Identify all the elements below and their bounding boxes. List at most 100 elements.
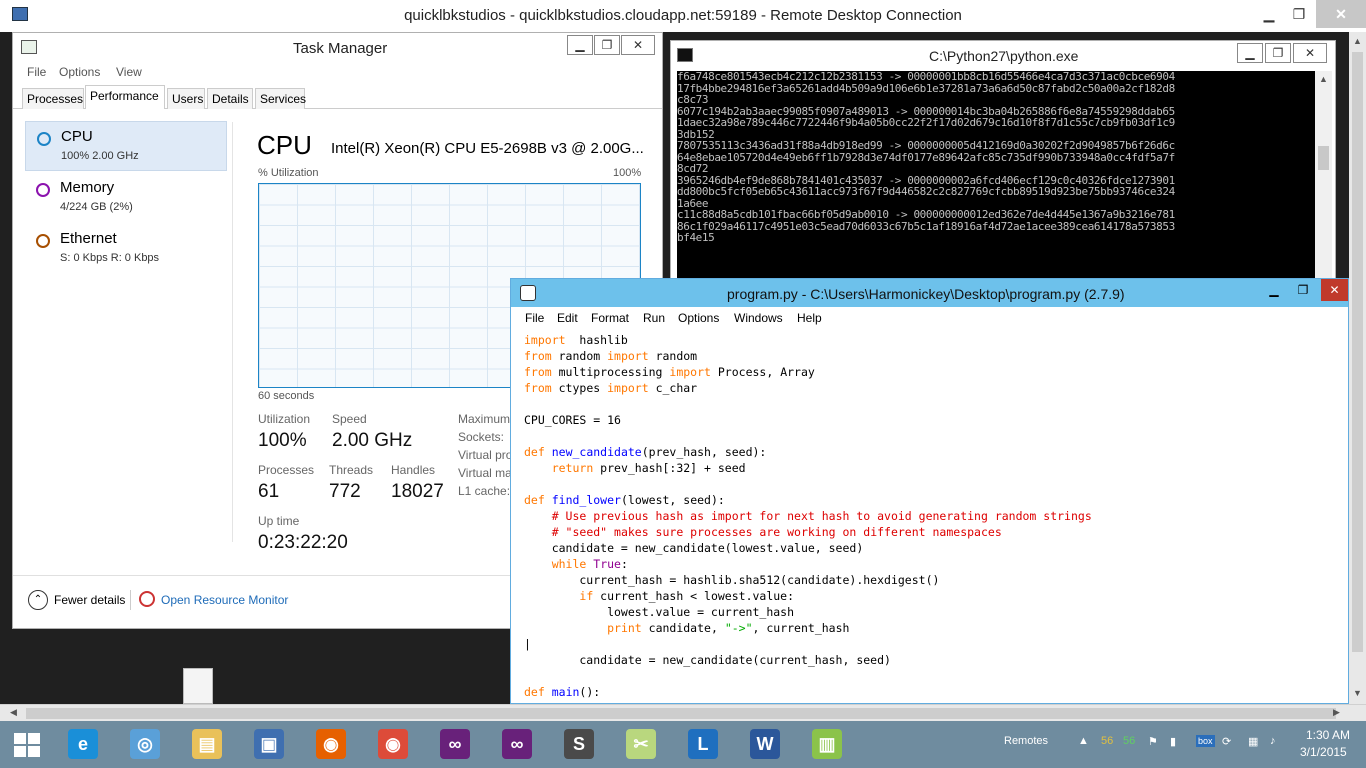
code-line[interactable] <box>524 668 1344 684</box>
code-line[interactable]: candidate = new_candidate(current_hash, … <box>524 652 1344 668</box>
remote-desktop-taskbar-button[interactable]: ▣ <box>242 723 296 766</box>
code-line[interactable] <box>524 396 1344 412</box>
clock-time[interactable]: 1:30 AM <box>1306 728 1350 742</box>
code-line[interactable]: lowest.value = current_hash <box>524 604 1344 620</box>
flag-icon[interactable]: ⚑ <box>1148 735 1158 748</box>
tab-users[interactable]: Users <box>167 88 205 109</box>
menu-options[interactable]: Options <box>678 311 719 325</box>
code-line[interactable]: return prev_hash[:32] + seed <box>524 460 1344 476</box>
minimize-button[interactable]: ▁ <box>1237 43 1263 63</box>
close-button[interactable]: ✕ <box>1293 43 1327 63</box>
code-line[interactable]: CPU_CORES = 16 <box>524 412 1344 428</box>
menu-run[interactable]: Run <box>643 311 665 325</box>
tab-services[interactable]: Services <box>255 88 306 109</box>
visual-studio-taskbar-button[interactable]: ∞ <box>428 723 482 766</box>
minimize-button[interactable]: ▁ <box>1261 281 1287 301</box>
ie-taskbar-button[interactable]: e <box>56 723 110 766</box>
code-line[interactable]: import hashlib <box>524 332 1344 348</box>
box-icon[interactable]: box <box>1196 735 1215 747</box>
code-line[interactable] <box>524 428 1344 444</box>
code-line[interactable]: from random import random <box>524 348 1344 364</box>
resource-ethernet[interactable]: Ethernet S: 0 Kbps R: 0 Kbps <box>25 224 227 274</box>
code-line[interactable]: from ctypes import c_char <box>524 380 1344 396</box>
remotes-label[interactable]: Remotes <box>1004 735 1048 747</box>
close-button[interactable]: ✕ <box>621 35 655 55</box>
lync-taskbar-button[interactable]: L <box>676 723 730 766</box>
vertical-scrollbar[interactable]: ▲ ▼ <box>1349 32 1366 704</box>
rdp-close-button[interactable]: ✕ <box>1316 0 1366 28</box>
menu-windows[interactable]: Windows <box>734 311 783 325</box>
chevron-up-icon[interactable]: ▲ <box>1078 735 1089 747</box>
scroll-right-icon[interactable]: ▶ <box>1333 707 1340 718</box>
code-line[interactable]: def find_lower(lowest, seed): <box>524 492 1344 508</box>
console-output[interactable]: f6a748ce801543ecb4c212c12b2381153 -> 000… <box>677 71 1315 285</box>
cpu-indicator-icon <box>37 132 51 146</box>
code-line[interactable]: from multiprocessing import Process, Arr… <box>524 364 1344 380</box>
horizontal-scrollbar[interactable]: ◀ ▶ <box>0 704 1366 721</box>
fewer-details-link[interactable]: Fewer details <box>54 593 125 607</box>
code-line[interactable]: current_hash = hashlib.sha512(candidate)… <box>524 572 1344 588</box>
resource-memory[interactable]: Memory 4/224 GB (2%) <box>25 173 227 223</box>
open-resource-monitor-link[interactable]: Open Resource Monitor <box>161 593 288 607</box>
code-line[interactable]: print candidate, "->", current_hash <box>524 620 1344 636</box>
snipping-taskbar-button[interactable]: ✂ <box>614 723 668 766</box>
usb-icon[interactable]: ▮ <box>1170 735 1176 748</box>
task-manager-taskbar-button[interactable]: ▥ <box>800 723 854 766</box>
code-line[interactable]: def main(): <box>524 684 1344 700</box>
tab-processes[interactable]: Processes <box>22 88 84 109</box>
network-icon[interactable]: ▦ <box>1248 735 1258 748</box>
sync-icon[interactable]: ⟳ <box>1222 735 1231 748</box>
word-taskbar-button[interactable]: W <box>738 723 792 766</box>
safari-icon: ◎ <box>130 729 160 759</box>
menu-view[interactable]: View <box>116 65 142 79</box>
safari-taskbar-button[interactable]: ◎ <box>118 723 172 766</box>
windows-start-icon[interactable] <box>14 733 40 757</box>
file-explorer-taskbar-button[interactable]: ▤ <box>180 723 234 766</box>
code-token: def <box>524 445 545 459</box>
code-line[interactable]: while True: <box>524 556 1344 572</box>
rdp-minimize-button[interactable]: ▁ <box>1254 0 1284 28</box>
clock-date[interactable]: 3/1/2015 <box>1300 745 1347 759</box>
menu-edit[interactable]: Edit <box>557 311 578 325</box>
snipping-icon: ✂ <box>626 729 656 759</box>
console-scrollbar[interactable]: ▲ <box>1315 71 1332 285</box>
menu-help[interactable]: Help <box>797 311 822 325</box>
minimize-button[interactable]: ▁ <box>567 35 593 55</box>
code-line[interactable]: def new_candidate(prev_hash, seed): <box>524 444 1344 460</box>
scroll-up-icon[interactable]: ▲ <box>1353 36 1362 46</box>
firefox-taskbar-button[interactable]: ◉ <box>304 723 358 766</box>
volume-icon[interactable]: ♪ <box>1270 735 1276 747</box>
rdp-maximize-button[interactable]: ❐ <box>1284 0 1314 28</box>
chevron-up-icon[interactable]: ⌃ <box>28 590 48 610</box>
code-editor[interactable]: import hashlib from random import random f… <box>524 332 1344 700</box>
tab-performance[interactable]: Performance <box>85 85 165 109</box>
close-button[interactable]: ✕ <box>1321 279 1348 301</box>
tab-details[interactable]: Details <box>207 88 253 109</box>
code-line[interactable]: if current_hash < lowest.value: <box>524 588 1344 604</box>
code-line[interactable] <box>524 476 1344 492</box>
menu-format[interactable]: Format <box>591 311 629 325</box>
sublime-taskbar-button[interactable]: S <box>552 723 606 766</box>
maximize-button[interactable]: ❐ <box>594 35 620 55</box>
menu-file[interactable]: File <box>525 311 544 325</box>
menu-file[interactable]: File <box>27 65 46 79</box>
scrollbar-thumb[interactable] <box>1318 146 1329 170</box>
scrollbar-thumb[interactable] <box>26 708 1336 719</box>
resource-monitor-icon[interactable] <box>139 591 155 607</box>
code-line[interactable]: candidate = new_candidate(lowest.value, … <box>524 540 1344 556</box>
resource-cpu[interactable]: CPU 100% 2.00 GHz <box>25 121 227 171</box>
scroll-up-icon[interactable]: ▲ <box>1319 74 1328 84</box>
visual-studio-2-taskbar-button[interactable]: ∞ <box>490 723 544 766</box>
scroll-down-icon[interactable]: ▼ <box>1353 688 1362 698</box>
file-desktop-icon[interactable] <box>183 668 213 704</box>
scroll-left-icon[interactable]: ◀ <box>10 707 17 718</box>
maximize-button[interactable]: ❐ <box>1290 281 1316 301</box>
chrome-taskbar-button[interactable]: ◉ <box>366 723 420 766</box>
menu-options[interactable]: Options <box>59 65 100 79</box>
scrollbar-thumb[interactable] <box>1352 52 1363 652</box>
code-line[interactable]: | <box>524 636 1344 652</box>
maximize-button[interactable]: ❐ <box>1265 43 1291 63</box>
code-line[interactable]: # "seed" makes sure processes are workin… <box>524 524 1344 540</box>
code-line[interactable]: # Use previous hash as import for next h… <box>524 508 1344 524</box>
code-token: candidate = new_candidate(lowest.value, … <box>524 541 864 555</box>
